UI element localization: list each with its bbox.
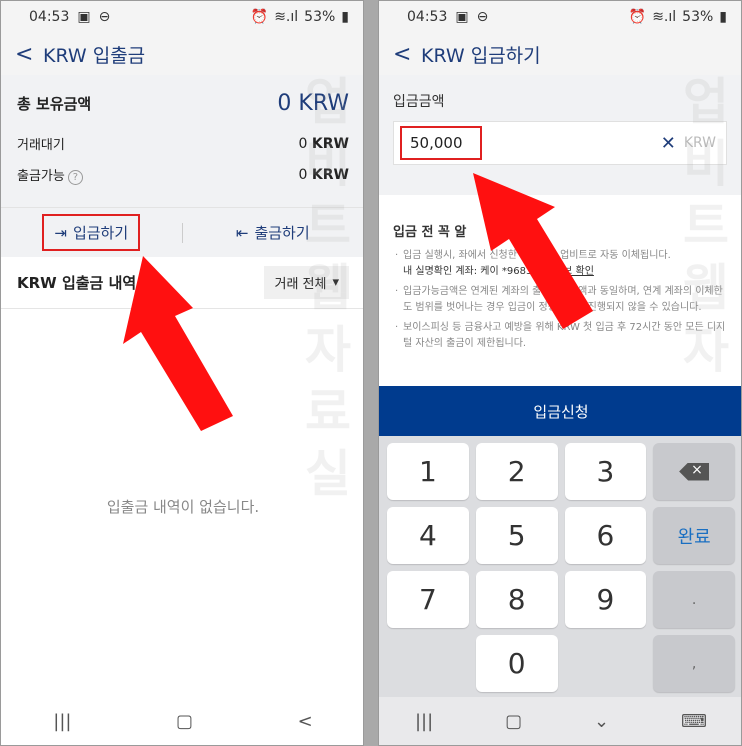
- key-8[interactable]: 8: [475, 571, 558, 628]
- deposit-amount-label: 입금금액: [393, 94, 445, 110]
- notice-title: 입금 전 꼭 알: [393, 225, 467, 240]
- notice-item: 보이스피싱 등 금융사고 예방을 위해 KRW 첫 입금 후 72시간 동안 모…: [393, 320, 727, 352]
- keyboard-icon[interactable]: ⌨: [681, 711, 707, 732]
- backspace-icon: [679, 462, 710, 481]
- notice-item: 입금가능금액은 연계된 계좌의 출금가능금액과 동일하며, 연계 계좌의 이체한…: [393, 284, 727, 316]
- recent-apps-icon[interactable]: |||: [415, 711, 433, 732]
- deposit-notice: 입금 전 꼭 알 입금 실행시, 좌에서 신청한 금액만큼 업비트로 자동 이체…: [379, 195, 741, 352]
- dnd-icon: ⊖: [98, 9, 111, 25]
- pending-label: 거래대기: [17, 138, 65, 153]
- recent-apps-icon[interactable]: |||: [53, 711, 71, 732]
- battery-icon: ▮: [719, 9, 727, 25]
- back-nav-icon[interactable]: <: [298, 711, 313, 732]
- system-nav-bar: ||| ▢ ⌄ ⌨: [379, 697, 741, 745]
- wifi-signal-icon: ≋.ıl: [274, 9, 299, 25]
- key-3[interactable]: 3: [564, 443, 647, 500]
- caret-down-icon: ▾: [332, 275, 339, 290]
- gallery-icon: ▣: [77, 9, 91, 25]
- deposit-button-label: 입금하기: [72, 224, 129, 242]
- deposit-amount-input[interactable]: 50,000 ✕ KRW: [393, 121, 727, 165]
- empty-history-message: 입출금 내역이 없습니다.: [106, 498, 260, 516]
- deposit-icon: ⇥: [54, 223, 67, 242]
- account-info-link[interactable]: 계좌정보 확인: [536, 266, 594, 277]
- empty-key: [387, 635, 469, 692]
- key-0[interactable]: 0: [475, 635, 558, 692]
- page-header: < KRW 입출금: [1, 33, 363, 75]
- status-bar: 04:53 ▣ ⊖ ⏰ ≋.ıl 53% ▮: [379, 1, 741, 33]
- battery-text: 53%: [304, 9, 336, 25]
- deposit-amount-section: 입금금액 50,000 ✕ KRW: [379, 75, 741, 195]
- back-arrow-icon[interactable]: <: [15, 42, 37, 67]
- wifi-signal-icon: ≋.ıl: [652, 9, 677, 25]
- back-arrow-icon[interactable]: <: [393, 42, 415, 67]
- phone-screen-krw-deposit-withdraw: 04:53 ▣ ⊖ ⏰ ≋.ıl 53% ▮ < KRW 입출금 총 보유금액 …: [0, 0, 364, 746]
- backspace-key[interactable]: [653, 443, 735, 500]
- empty-key: [565, 635, 647, 692]
- home-icon[interactable]: ▢: [176, 711, 193, 732]
- battery-icon: ▮: [341, 9, 349, 25]
- dot-key[interactable]: .: [653, 571, 735, 628]
- notice-item: 입금 실행시, 좌에서 신청한 금액만큼 업비트로 자동 이체됩니다. 내 실명…: [393, 248, 727, 280]
- gallery-icon: ▣: [455, 9, 469, 25]
- filter-label: 거래 전체: [274, 277, 327, 292]
- key-7[interactable]: 7: [387, 571, 469, 628]
- page-title: KRW 입금하기: [421, 44, 541, 67]
- system-nav-bar: ||| ▢ <: [1, 697, 363, 745]
- page-title: KRW 입출금: [43, 44, 146, 67]
- alarm-icon: ⏰: [250, 9, 269, 25]
- phone-screen-krw-deposit: 04:53 ▣ ⊖ ⏰ ≋.ıl 53% ▮ < KRW 입금하기 입금금액 5…: [378, 0, 742, 746]
- highlight-box: ⇥ 입금하기: [42, 214, 141, 251]
- withdrawable-value: 0 KRW: [298, 167, 349, 183]
- status-time: 04:53: [407, 9, 448, 25]
- page-header: < KRW 입금하기: [379, 33, 741, 75]
- withdrawable-label-wrap: 출금가능?: [17, 165, 83, 185]
- deposit-amount-value: 50,000: [400, 126, 482, 160]
- key-5[interactable]: 5: [475, 507, 558, 564]
- hide-keyboard-icon[interactable]: ⌄: [594, 711, 609, 732]
- balance-summary: 총 보유금액 0 KRW 거래대기 0 KRW 출금가능? 0 KRW: [1, 75, 363, 207]
- done-key[interactable]: 완료: [653, 507, 735, 564]
- comma-key[interactable]: ,: [653, 635, 735, 692]
- status-time: 04:53: [29, 9, 70, 25]
- numeric-keypad: 1 2 3 4 5 6 완료 7 8 9 . 0 ,: [379, 436, 741, 699]
- currency-unit: KRW: [683, 135, 716, 151]
- history-header: KRW 입출금 내역 거래 전체 ▾: [1, 257, 363, 309]
- home-icon[interactable]: ▢: [505, 711, 522, 732]
- withdraw-icon: ⇤: [235, 223, 249, 242]
- withdraw-button-label: 출금하기: [254, 224, 310, 242]
- status-bar: 04:53 ▣ ⊖ ⏰ ≋.ıl 53% ▮: [1, 1, 363, 33]
- key-2[interactable]: 2: [475, 443, 558, 500]
- action-row: ⇥ 입금하기 ⇤ 출금하기: [1, 207, 363, 257]
- total-balance-value: 0 KRW: [277, 91, 349, 116]
- deposit-button[interactable]: ⇥ 입금하기: [1, 214, 182, 251]
- battery-text: 53%: [682, 9, 714, 25]
- pending-value: 0 KRW: [298, 135, 349, 152]
- key-6[interactable]: 6: [564, 507, 647, 564]
- linked-account-text: 내 실명확인 계좌: 케이 *9683: [403, 266, 533, 277]
- dnd-icon: ⊖: [476, 9, 489, 25]
- key-9[interactable]: 9: [564, 571, 647, 628]
- help-icon[interactable]: ?: [67, 170, 83, 185]
- clear-icon[interactable]: ✕: [661, 133, 676, 154]
- key-1[interactable]: 1: [387, 443, 469, 500]
- key-4[interactable]: 4: [387, 507, 469, 564]
- filter-dropdown[interactable]: 거래 전체 ▾: [264, 266, 349, 299]
- withdraw-button[interactable]: ⇤ 출금하기: [183, 222, 364, 243]
- history-title: KRW 입출금 내역: [17, 274, 137, 292]
- alarm-icon: ⏰: [628, 9, 647, 25]
- total-balance-label: 총 보유금액: [17, 95, 92, 113]
- submit-deposit-button[interactable]: 입금신청: [379, 386, 741, 436]
